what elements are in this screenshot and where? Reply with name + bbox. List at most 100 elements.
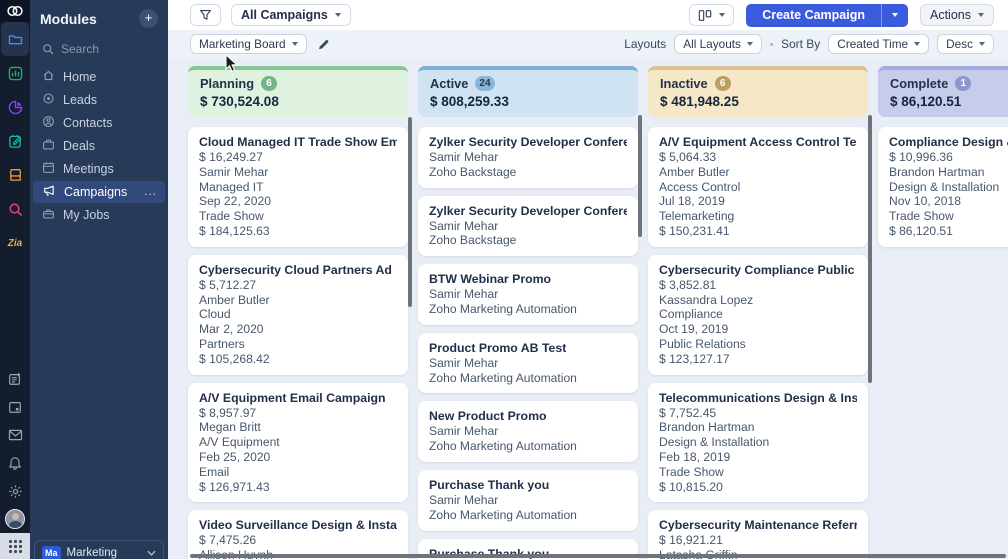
tasks-icon[interactable]	[0, 124, 30, 158]
add-module-button[interactable]: +	[139, 9, 158, 28]
column-header-active[interactable]: Active 24 $ 808,259.33	[418, 66, 638, 117]
view-switcher-button[interactable]	[689, 4, 735, 26]
campaign-card-field: $ 7,752.45	[659, 405, 717, 420]
column-count-badge: 1	[955, 76, 972, 91]
more-options-icon[interactable]: ...	[144, 184, 157, 198]
sidebar-title: Modules	[40, 10, 97, 27]
workspace-switcher[interactable]: Ma Marketing	[34, 540, 164, 559]
campaign-card[interactable]: Cloud Managed IT Trade Show Email $ 16,24…	[188, 127, 408, 247]
campaign-card-title: Cloud Managed IT Trade Show Email	[199, 135, 397, 149]
workspace-badge: Ma	[42, 546, 61, 559]
sidebar-item-deals[interactable]: Deals	[33, 135, 165, 157]
campaign-card[interactable]: Cybersecurity Cloud Partners Ad $ 5,712.2…	[188, 254, 408, 375]
column-total: $ 808,259.33	[430, 94, 509, 109]
board-selector[interactable]: Marketing Board	[190, 34, 307, 54]
campaign-card[interactable]: A/V Equipment Email Campaign $ 8,957.97 Me…	[188, 382, 408, 503]
campaign-card[interactable]: Zylker Security Developer Confere... Sami…	[418, 195, 638, 257]
sidebar-search[interactable]: Search	[30, 34, 168, 62]
sidebar-item-my-jobs[interactable]: My Jobs	[33, 204, 165, 226]
folder-icon[interactable]	[1, 22, 29, 56]
campaign-card-field: Amber Butler	[659, 164, 730, 179]
campaign-card-field: Samir Mehar	[429, 424, 499, 439]
campaign-card-field: Feb 25, 2020	[199, 449, 271, 464]
campaign-card-title: Zylker Security Developer Confere...	[429, 203, 627, 218]
campaign-card[interactable]: Cybersecurity Maintenance Referr... $ 16,…	[648, 510, 868, 559]
campaign-card-field: Samir Mehar	[429, 492, 499, 507]
note-add-icon[interactable]	[0, 365, 30, 393]
campaign-card-field: Managed IT	[199, 179, 264, 194]
zoho-logo-icon[interactable]	[0, 0, 30, 22]
campaign-card-field: Access Control	[659, 179, 741, 194]
apps-grid-icon[interactable]	[0, 533, 30, 559]
campaign-card-field: Cloud	[199, 307, 231, 322]
inactive-column-scrollbar[interactable]	[868, 115, 872, 383]
chart-icon[interactable]	[0, 56, 30, 90]
campaign-card-field: Nov 10, 2018	[889, 194, 961, 209]
column-name: Planning	[200, 76, 255, 91]
campaign-card[interactable]: Purchase Thank youSamir MeharZoho Market…	[418, 469, 638, 531]
campaign-card[interactable]: Compliance Design & Inst...$ 10,996.36Br…	[878, 127, 1008, 247]
column-header-inactive[interactable]: Inactive 6 $ 481,948.25	[648, 66, 868, 117]
campaign-card-field: Trade Show	[889, 209, 954, 224]
chevron-down-icon	[147, 550, 156, 556]
sidebar-item-contacts[interactable]: Contacts	[33, 112, 165, 134]
actions-button[interactable]: Actions	[920, 4, 994, 26]
campaign-card-field: Samir Mehar	[429, 287, 499, 302]
board-horizontal-scrollbar[interactable]	[190, 554, 1006, 558]
mail-icon[interactable]	[0, 421, 30, 449]
filter-button[interactable]	[190, 4, 221, 26]
module-view-selector[interactable]: All Campaigns	[231, 4, 351, 26]
campaign-card-title: Video Surveillance Design & Install...	[199, 518, 397, 533]
gear-icon[interactable]	[0, 477, 30, 505]
campaign-card[interactable]: Cybersecurity Compliance Public R... $ 3,…	[648, 254, 868, 375]
create-campaign-button[interactable]: Create Campaign	[746, 3, 908, 27]
board-toolbar: Marketing Board Layouts All Layouts Sort…	[168, 30, 1008, 58]
layouts-selector[interactable]: All Layouts	[674, 34, 762, 54]
sidebar-nav: Home Leads Contacts Deals Meetings Campaigns.…	[30, 66, 168, 226]
campaign-card[interactable]: Product Promo AB Test Samir Mehar Zoho Mar…	[418, 332, 638, 394]
campaign-card-field: Megan Britt	[199, 420, 261, 435]
campaign-card[interactable]: BTW Webinar Promo Samir Mehar Zoho Marketi…	[418, 264, 638, 325]
store-icon[interactable]	[0, 158, 30, 192]
campaign-card[interactable]: A/V Equipment Access Control Tel... $ 5,0…	[648, 127, 868, 247]
campaign-card-title: Cybersecurity Maintenance Referr...	[659, 518, 857, 533]
kanban-column-planning: Planning 6 $ 730,524.08 Cloud Managed IT Tr…	[188, 66, 408, 559]
column-header-complete[interactable]: Complete 1 $ 86,120.51	[878, 66, 1008, 117]
filter-funnel-icon	[200, 9, 211, 20]
sidebar-item-leads[interactable]: Leads	[33, 89, 165, 111]
pie-icon[interactable]	[0, 90, 30, 124]
sort-order-selector[interactable]: Desc	[937, 34, 994, 54]
sort-field-selector[interactable]: Created Time	[828, 34, 930, 54]
topbar: All Campaigns Create Campaign Actions	[168, 0, 1008, 30]
calendar-icon[interactable]	[0, 393, 30, 421]
campaign-card-title: Zylker Security Developer Confere...	[429, 135, 627, 149]
chevron-down-icon	[746, 42, 753, 46]
sort-by-label: Sort By	[780, 37, 821, 51]
search-icon	[43, 44, 54, 55]
campaign-card[interactable]: New Product Promo Samir Mehar Zoho Marketi…	[418, 401, 638, 462]
campaign-card[interactable]: Zylker Security Developer Confere... Sami…	[418, 127, 638, 188]
edit-pencil-icon[interactable]	[317, 38, 330, 51]
modules-sidebar: Modules + Search Home Leads Contacts Deals M…	[30, 0, 168, 559]
campaign-card-field: $ 10,996.36	[889, 150, 953, 164]
campaign-card-field: Zoho Backstage	[429, 164, 517, 179]
create-campaign-dropdown[interactable]	[881, 3, 908, 27]
bell-icon[interactable]	[0, 449, 30, 477]
active-column-scrollbar[interactable]	[638, 115, 642, 237]
search-red-icon[interactable]	[0, 192, 30, 226]
planning-column-scrollbar[interactable]	[408, 117, 412, 307]
zia-icon[interactable]: Zia	[0, 226, 30, 260]
campaign-card-field: Email	[199, 464, 230, 479]
campaigns-icon	[42, 184, 56, 200]
campaign-card[interactable]: Telecommunications Design & Inst... $ 7,7…	[648, 382, 868, 503]
sidebar-item-home[interactable]: Home	[33, 66, 165, 88]
sidebar-item-meetings[interactable]: Meetings	[33, 158, 165, 180]
campaign-card[interactable]: Video Surveillance Design & Install... $ …	[188, 510, 408, 559]
campaign-card-field: Brandon Hartman	[659, 420, 755, 435]
user-avatar[interactable]	[0, 505, 30, 533]
meetings-icon	[42, 161, 55, 177]
campaign-card-field: $ 8,957.97	[199, 405, 257, 420]
sidebar-item-label: Deals	[63, 139, 95, 153]
column-header-planning[interactable]: Planning 6 $ 730,524.08	[188, 66, 408, 117]
sidebar-item-campaigns[interactable]: Campaigns...	[33, 181, 165, 203]
